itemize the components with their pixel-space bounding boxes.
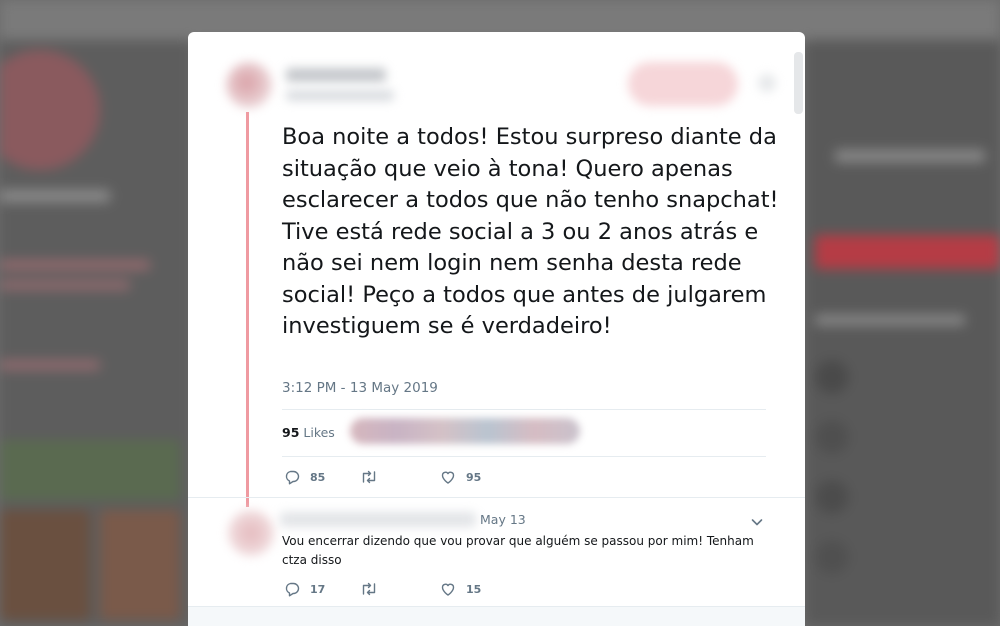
scrollbar[interactable] — [794, 52, 803, 114]
reply-button[interactable]: 85 — [284, 469, 325, 485]
divider — [282, 409, 766, 410]
reply-date[interactable]: May 13 — [480, 512, 526, 527]
follow-button[interactable] — [628, 62, 738, 106]
like-count: 95 — [466, 470, 482, 484]
retweet-icon — [362, 582, 376, 596]
retweet-icon — [362, 470, 376, 484]
author-avatar[interactable] — [226, 62, 272, 108]
more-options-icon[interactable] — [758, 74, 776, 92]
reply-reply-count: 17 — [310, 582, 326, 596]
reply-count: 85 — [310, 470, 326, 484]
author-name-redacted[interactable] — [286, 68, 386, 82]
background-right-column — [805, 40, 1000, 626]
modal-footer — [188, 606, 805, 626]
reply-text: Vou encerrar dizendo que vou provar que … — [282, 534, 754, 567]
heart-icon — [441, 471, 455, 484]
reply-author-name-redacted[interactable] — [280, 512, 476, 527]
likes-summary[interactable]: 95 Likes — [282, 425, 335, 440]
retweet-button[interactable] — [360, 469, 388, 485]
divider — [188, 497, 805, 498]
likes-label: Likes — [303, 425, 335, 440]
likers-avatars-redacted[interactable] — [350, 418, 580, 444]
reply-like-count: 15 — [466, 582, 482, 596]
tweet-modal: Boa noite a todos! Estou surpreso diante… — [188, 32, 805, 626]
divider — [282, 456, 766, 457]
reply-icon — [285, 582, 300, 597]
reply-retweet-button[interactable] — [360, 581, 388, 597]
tweet-text: Boa noite a todos! Estou surpreso diante… — [282, 124, 779, 339]
likes-count: 95 — [282, 425, 300, 440]
reply-author-avatar[interactable] — [228, 510, 274, 556]
author-handle-redacted — [286, 90, 394, 101]
heart-icon — [441, 583, 455, 596]
like-button[interactable]: 95 — [440, 469, 481, 485]
tweet-timestamp[interactable]: 3:12 PM - 13 May 2019 — [282, 380, 438, 396]
thread-line — [246, 112, 249, 507]
reply-reply-button[interactable]: 17 — [284, 581, 325, 597]
reply-like-button[interactable]: 15 — [440, 581, 481, 597]
chevron-down-icon — [751, 519, 763, 526]
background-left-column — [0, 40, 190, 626]
reply-more-button[interactable] — [750, 514, 764, 533]
reply-icon — [285, 470, 300, 485]
